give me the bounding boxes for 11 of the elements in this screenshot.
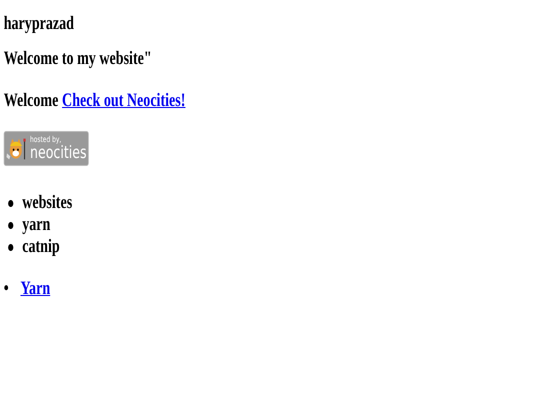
bullet-character: • [4,278,9,300]
page-title: haryprazad [4,12,74,35]
list-item: catnip [22,236,60,258]
badge-brand: neocities [30,144,87,162]
welcome-text: Welcome [4,90,58,112]
list-item: yarn [22,214,50,236]
neocities-link[interactable]: Check out Neocities! [62,90,186,112]
badge-caption: hosted by, [30,135,62,144]
yarn-link[interactable]: Yarn [20,278,50,300]
list-item: websites [22,192,72,214]
welcome-heading: Welcome to my website" [4,48,152,70]
